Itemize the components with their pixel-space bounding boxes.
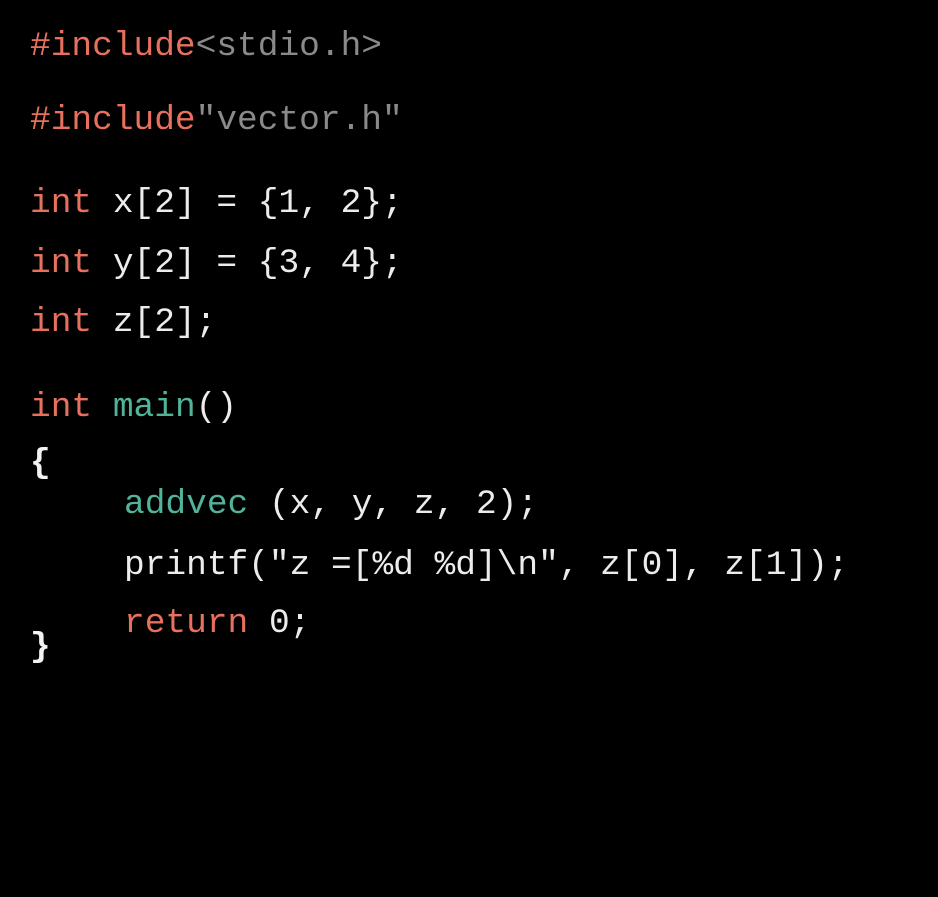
- type-keyword: int: [30, 303, 93, 342]
- close-brace: }: [30, 628, 51, 667]
- type-keyword: int: [30, 388, 93, 427]
- declaration-text: y[2] = {3, 4};: [92, 244, 403, 283]
- return-value: 0;: [248, 604, 311, 643]
- include-directive: #include: [30, 101, 196, 140]
- function-name: main: [112, 388, 196, 427]
- function-name: addvec: [124, 485, 249, 524]
- type-keyword: int: [30, 244, 93, 283]
- include-path: "vector.h": [195, 101, 403, 140]
- decl-x-line: int x[2] = {1, 2};: [30, 182, 403, 226]
- include-directive: #include: [30, 27, 196, 66]
- printf-statement: printf("z =[%d %d]\n", z[0], z[1]);: [124, 546, 849, 585]
- return-keyword: return: [124, 604, 249, 643]
- type-keyword: int: [30, 184, 93, 223]
- return-line: return 0;: [30, 602, 310, 646]
- decl-y-line: int y[2] = {3, 4};: [30, 242, 403, 286]
- include-stdio-line: #include<stdio.h>: [30, 25, 382, 69]
- parens: (): [195, 388, 238, 427]
- printf-line: printf("z =[%d %d]\n", z[0], z[1]);: [30, 544, 849, 588]
- decl-z-line: int z[2];: [30, 301, 216, 345]
- include-path: <stdio.h>: [195, 27, 382, 66]
- addvec-call-line: addvec (x, y, z, 2);: [30, 483, 538, 527]
- include-vector-line: #include"vector.h": [30, 99, 403, 143]
- call-args: (x, y, z, 2);: [248, 485, 539, 524]
- code-listing: #include<stdio.h> #include"vector.h" int…: [30, 0, 930, 700]
- open-brace: {: [30, 444, 51, 483]
- declaration-text: z[2];: [92, 303, 217, 342]
- main-signature-line: int main(): [30, 386, 237, 430]
- declaration-text: x[2] = {1, 2};: [92, 184, 403, 223]
